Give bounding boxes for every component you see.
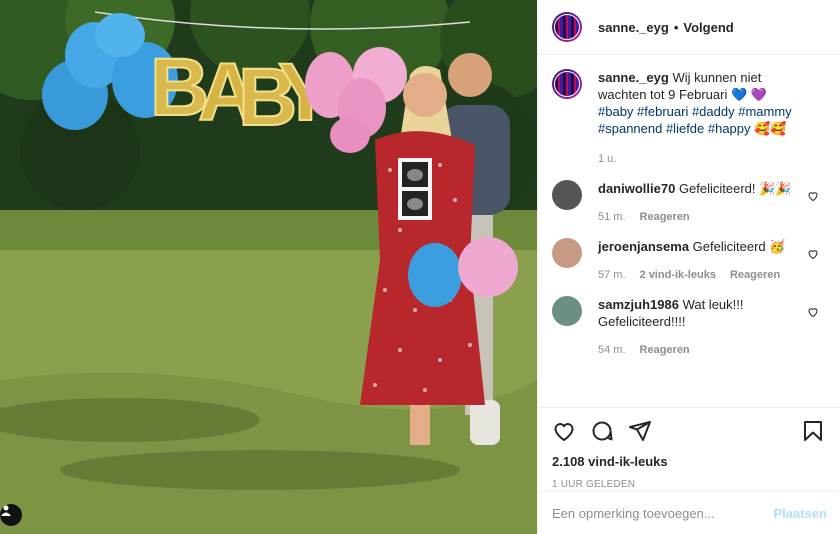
caption-emoji: 💙 💜 — [730, 87, 767, 102]
post-comment-button[interactable]: Plaatsen — [774, 506, 827, 521]
follow-button[interactable]: Volgend — [683, 20, 733, 35]
comment-item: samzjuh1986 Wat leuk!!! Gefeliciteerd!!!… — [552, 296, 825, 359]
comment-time[interactable]: 51 m. — [598, 209, 626, 226]
comment-icon[interactable] — [590, 419, 614, 443]
post-timestamp[interactable]: 1 UUR GELEDEN — [552, 479, 825, 490]
comment-username[interactable]: samzjuh1986 — [598, 297, 679, 312]
author-avatar[interactable] — [552, 12, 582, 42]
comment-like-icon[interactable] — [807, 306, 819, 321]
comment-input[interactable]: Een opmerking toevoegen... — [552, 506, 774, 521]
post-photo[interactable]: B A B Y — [0, 0, 537, 534]
share-icon[interactable] — [628, 419, 652, 443]
likes-count[interactable]: 2.108 vind-ik-leuks — [552, 454, 825, 469]
comments-list: sanne._eyg Wij kunnen niet wachten tot 9… — [538, 55, 839, 407]
author-username[interactable]: sanne._eyg — [598, 20, 669, 35]
comment-username[interactable]: daniwollie70 — [598, 181, 675, 196]
comment-item: daniwollie70 Gefeliciteerd! 🎉🎉 51 m. Rea… — [552, 180, 825, 226]
post-side-panel: sanne._eyg • Volgend sanne._eyg Wij kunn… — [537, 0, 839, 534]
comment-likes[interactable]: 2 vind-ik-leuks — [640, 267, 716, 284]
caption-tail-emoji: 🥰🥰 — [754, 121, 787, 136]
header-separator: • — [673, 19, 679, 35]
comment-username[interactable]: jeroenjansema — [598, 239, 689, 254]
add-comment-bar: Een opmerking toevoegen... Plaatsen — [538, 491, 839, 534]
comment-text: Gefeliciteerd 🥳 — [692, 239, 786, 254]
comment-text: Gefeliciteerd! 🎉🎉 — [678, 181, 792, 196]
caption-time[interactable]: 1 u. — [598, 151, 616, 168]
caption-avatar[interactable] — [552, 69, 582, 99]
comment-like-icon[interactable] — [807, 190, 819, 205]
comment-reply-button[interactable]: Reageren — [730, 267, 780, 284]
comment-item: jeroenjansema Gefeliciteerd 🥳 57 m. 2 vi… — [552, 238, 825, 284]
comment-reply-button[interactable]: Reageren — [640, 342, 690, 359]
caption: sanne._eyg Wij kunnen niet wachten tot 9… — [552, 69, 825, 168]
like-icon[interactable] — [552, 419, 576, 443]
post-header: sanne._eyg • Volgend — [538, 0, 839, 55]
comment-avatar[interactable] — [552, 296, 582, 326]
post-actions: 2.108 vind-ik-leuks 1 UUR GELEDEN — [538, 407, 839, 490]
comment-avatar[interactable] — [552, 238, 582, 268]
comment-like-icon[interactable] — [807, 248, 819, 263]
caption-username[interactable]: sanne._eyg — [598, 70, 669, 85]
comment-time[interactable]: 57 m. — [598, 267, 626, 284]
tagged-users-icon[interactable] — [0, 504, 22, 526]
comment-avatar[interactable] — [552, 180, 582, 210]
bookmark-icon[interactable] — [801, 419, 825, 443]
photo-illustration: B A B Y — [0, 0, 537, 534]
comment-time[interactable]: 54 m. — [598, 342, 626, 359]
comment-reply-button[interactable]: Reageren — [640, 209, 690, 226]
